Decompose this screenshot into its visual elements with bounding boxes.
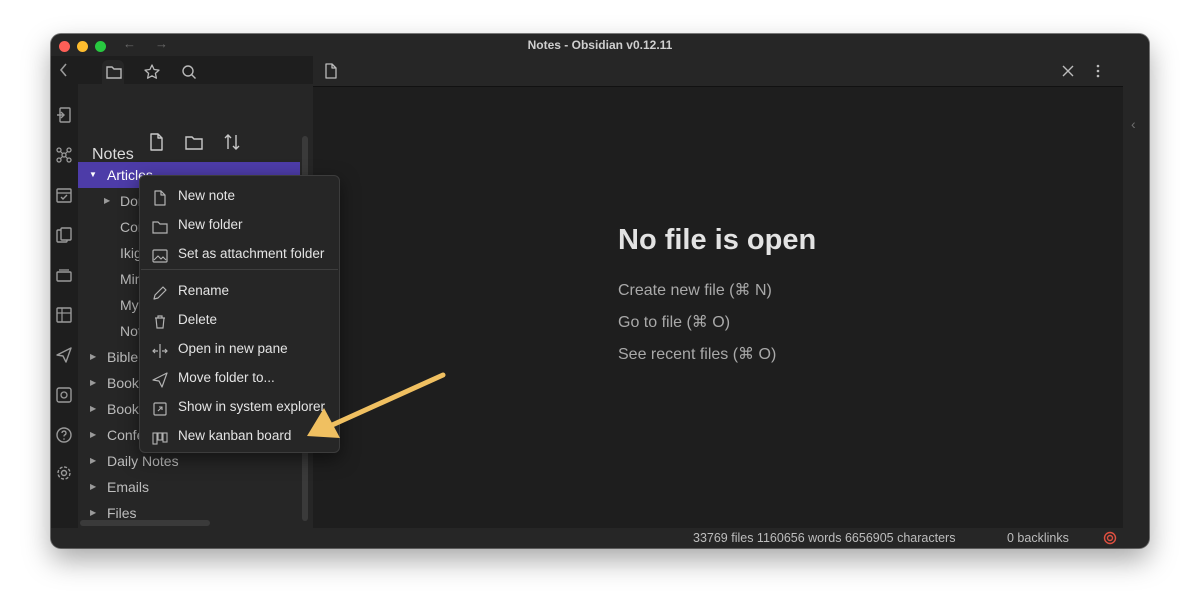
menu-item-open-in-new-pane[interactable]: Open in new pane (140, 335, 339, 363)
tree-item-label: My (120, 297, 139, 313)
pencil-icon (152, 283, 168, 300)
backlinks-status[interactable]: 0 backlinks (1007, 531, 1069, 545)
menu-item-new-folder[interactable]: New folder (140, 211, 339, 239)
image-icon (152, 246, 168, 263)
sidebar-tab-bar (78, 56, 313, 84)
left-ribbon (51, 56, 78, 528)
bookmarks-tab-star-icon[interactable] (140, 60, 162, 82)
title-bar: ← → Notes - Obsidian v0.12.11 (51, 34, 1149, 56)
tree-item-label: Book (107, 401, 139, 417)
split-icon (152, 341, 168, 358)
help-icon[interactable] (55, 426, 73, 444)
send-icon[interactable] (55, 346, 73, 364)
external-icon (152, 399, 168, 416)
search-tab-search-icon[interactable] (177, 60, 199, 82)
folder-icon (152, 217, 168, 234)
menu-item-label: Open in new pane (178, 341, 288, 356)
menu-divider (141, 269, 338, 270)
kanban-icon (152, 428, 168, 445)
menu-item-new-note[interactable]: New note (140, 182, 339, 210)
menu-item-rename[interactable]: Rename (140, 277, 339, 305)
expand-right-sidebar-icon[interactable]: ‹ (1131, 116, 1136, 132)
graph-view-icon[interactable] (55, 146, 73, 164)
right-sidebar-collapsed: ‹ (1123, 56, 1149, 528)
menu-item-delete[interactable]: Delete (140, 306, 339, 334)
expanded-triangle-icon: ▼ (89, 170, 97, 179)
empty-state-title: No file is open (618, 224, 817, 256)
collapsed-triangle-icon: ▶ (90, 482, 97, 491)
menu-item-label: Delete (178, 312, 218, 327)
collapsed-triangle-icon: ▶ (90, 456, 97, 465)
file-icon (322, 62, 340, 80)
collapsed-triangle-icon: ▶ (90, 404, 97, 413)
empty-state: No file is open Create new file (⌘ N) Go… (618, 224, 816, 371)
templates-icon[interactable] (55, 226, 73, 244)
word-count-status: 33769 files 1160656 words 6656905 charac… (693, 531, 956, 545)
sync-status-icon[interactable] (1103, 531, 1117, 545)
status-bar: 33769 files 1160656 words 6656905 charac… (51, 528, 1149, 548)
window-title: Notes - Obsidian v0.12.11 (527, 38, 673, 52)
see-recent-files-link[interactable]: See recent files (⌘ O) (618, 339, 816, 371)
sort-icon[interactable] (222, 132, 242, 152)
menu-item-label: Set as attachment folder (178, 246, 325, 261)
publish-icon[interactable] (55, 386, 73, 404)
menu-item-set-attachment-folder[interactable]: Set as attachment folder (140, 240, 339, 268)
create-new-file-link[interactable]: Create new file (⌘ N) (618, 275, 816, 307)
collapsed-triangle-icon: ▶ (90, 430, 97, 439)
tree-item-label: Book (107, 375, 139, 391)
tree-item-label: Emails (107, 479, 150, 495)
menu-item-label: New kanban board (178, 428, 292, 443)
go-to-file-link[interactable]: Go to file (⌘ O) (618, 307, 816, 339)
calendar-icon[interactable] (55, 186, 73, 204)
menu-item-label: Rename (178, 283, 230, 298)
editor-pane: No file is open Create new file (⌘ N) Go… (313, 56, 1123, 528)
paper-plane-icon (152, 370, 168, 388)
trash-icon (152, 312, 168, 329)
open-quick-switcher-icon[interactable] (55, 106, 73, 124)
sidebar-horizontal-scrollbar[interactable] (80, 520, 210, 526)
annotation-arrow-icon (307, 372, 446, 438)
settings-gear-icon[interactable] (55, 464, 73, 482)
collapsed-triangle-icon: ▶ (90, 378, 97, 387)
tree-folder-emails[interactable]: ▶ Emails (78, 474, 300, 500)
files-tab-folder-icon[interactable] (102, 60, 124, 84)
menu-item-label: New folder (178, 217, 243, 232)
close-pane-icon[interactable] (1059, 62, 1077, 80)
menu-item-label: New note (178, 188, 236, 203)
slides-icon[interactable] (55, 266, 73, 284)
table-icon[interactable] (55, 306, 73, 324)
collapsed-triangle-icon: ▶ (104, 196, 111, 205)
collapsed-triangle-icon: ▶ (90, 352, 97, 361)
tree-item-label: Bible (107, 349, 139, 365)
pane-header (313, 56, 1123, 87)
new-folder-icon[interactable] (184, 132, 204, 152)
collapse-sidebar-icon[interactable] (55, 61, 73, 79)
new-note-icon (152, 188, 168, 206)
menu-item-label: Move folder to... (178, 370, 275, 385)
more-options-icon[interactable] (1089, 62, 1107, 80)
new-note-icon[interactable] (146, 132, 166, 152)
